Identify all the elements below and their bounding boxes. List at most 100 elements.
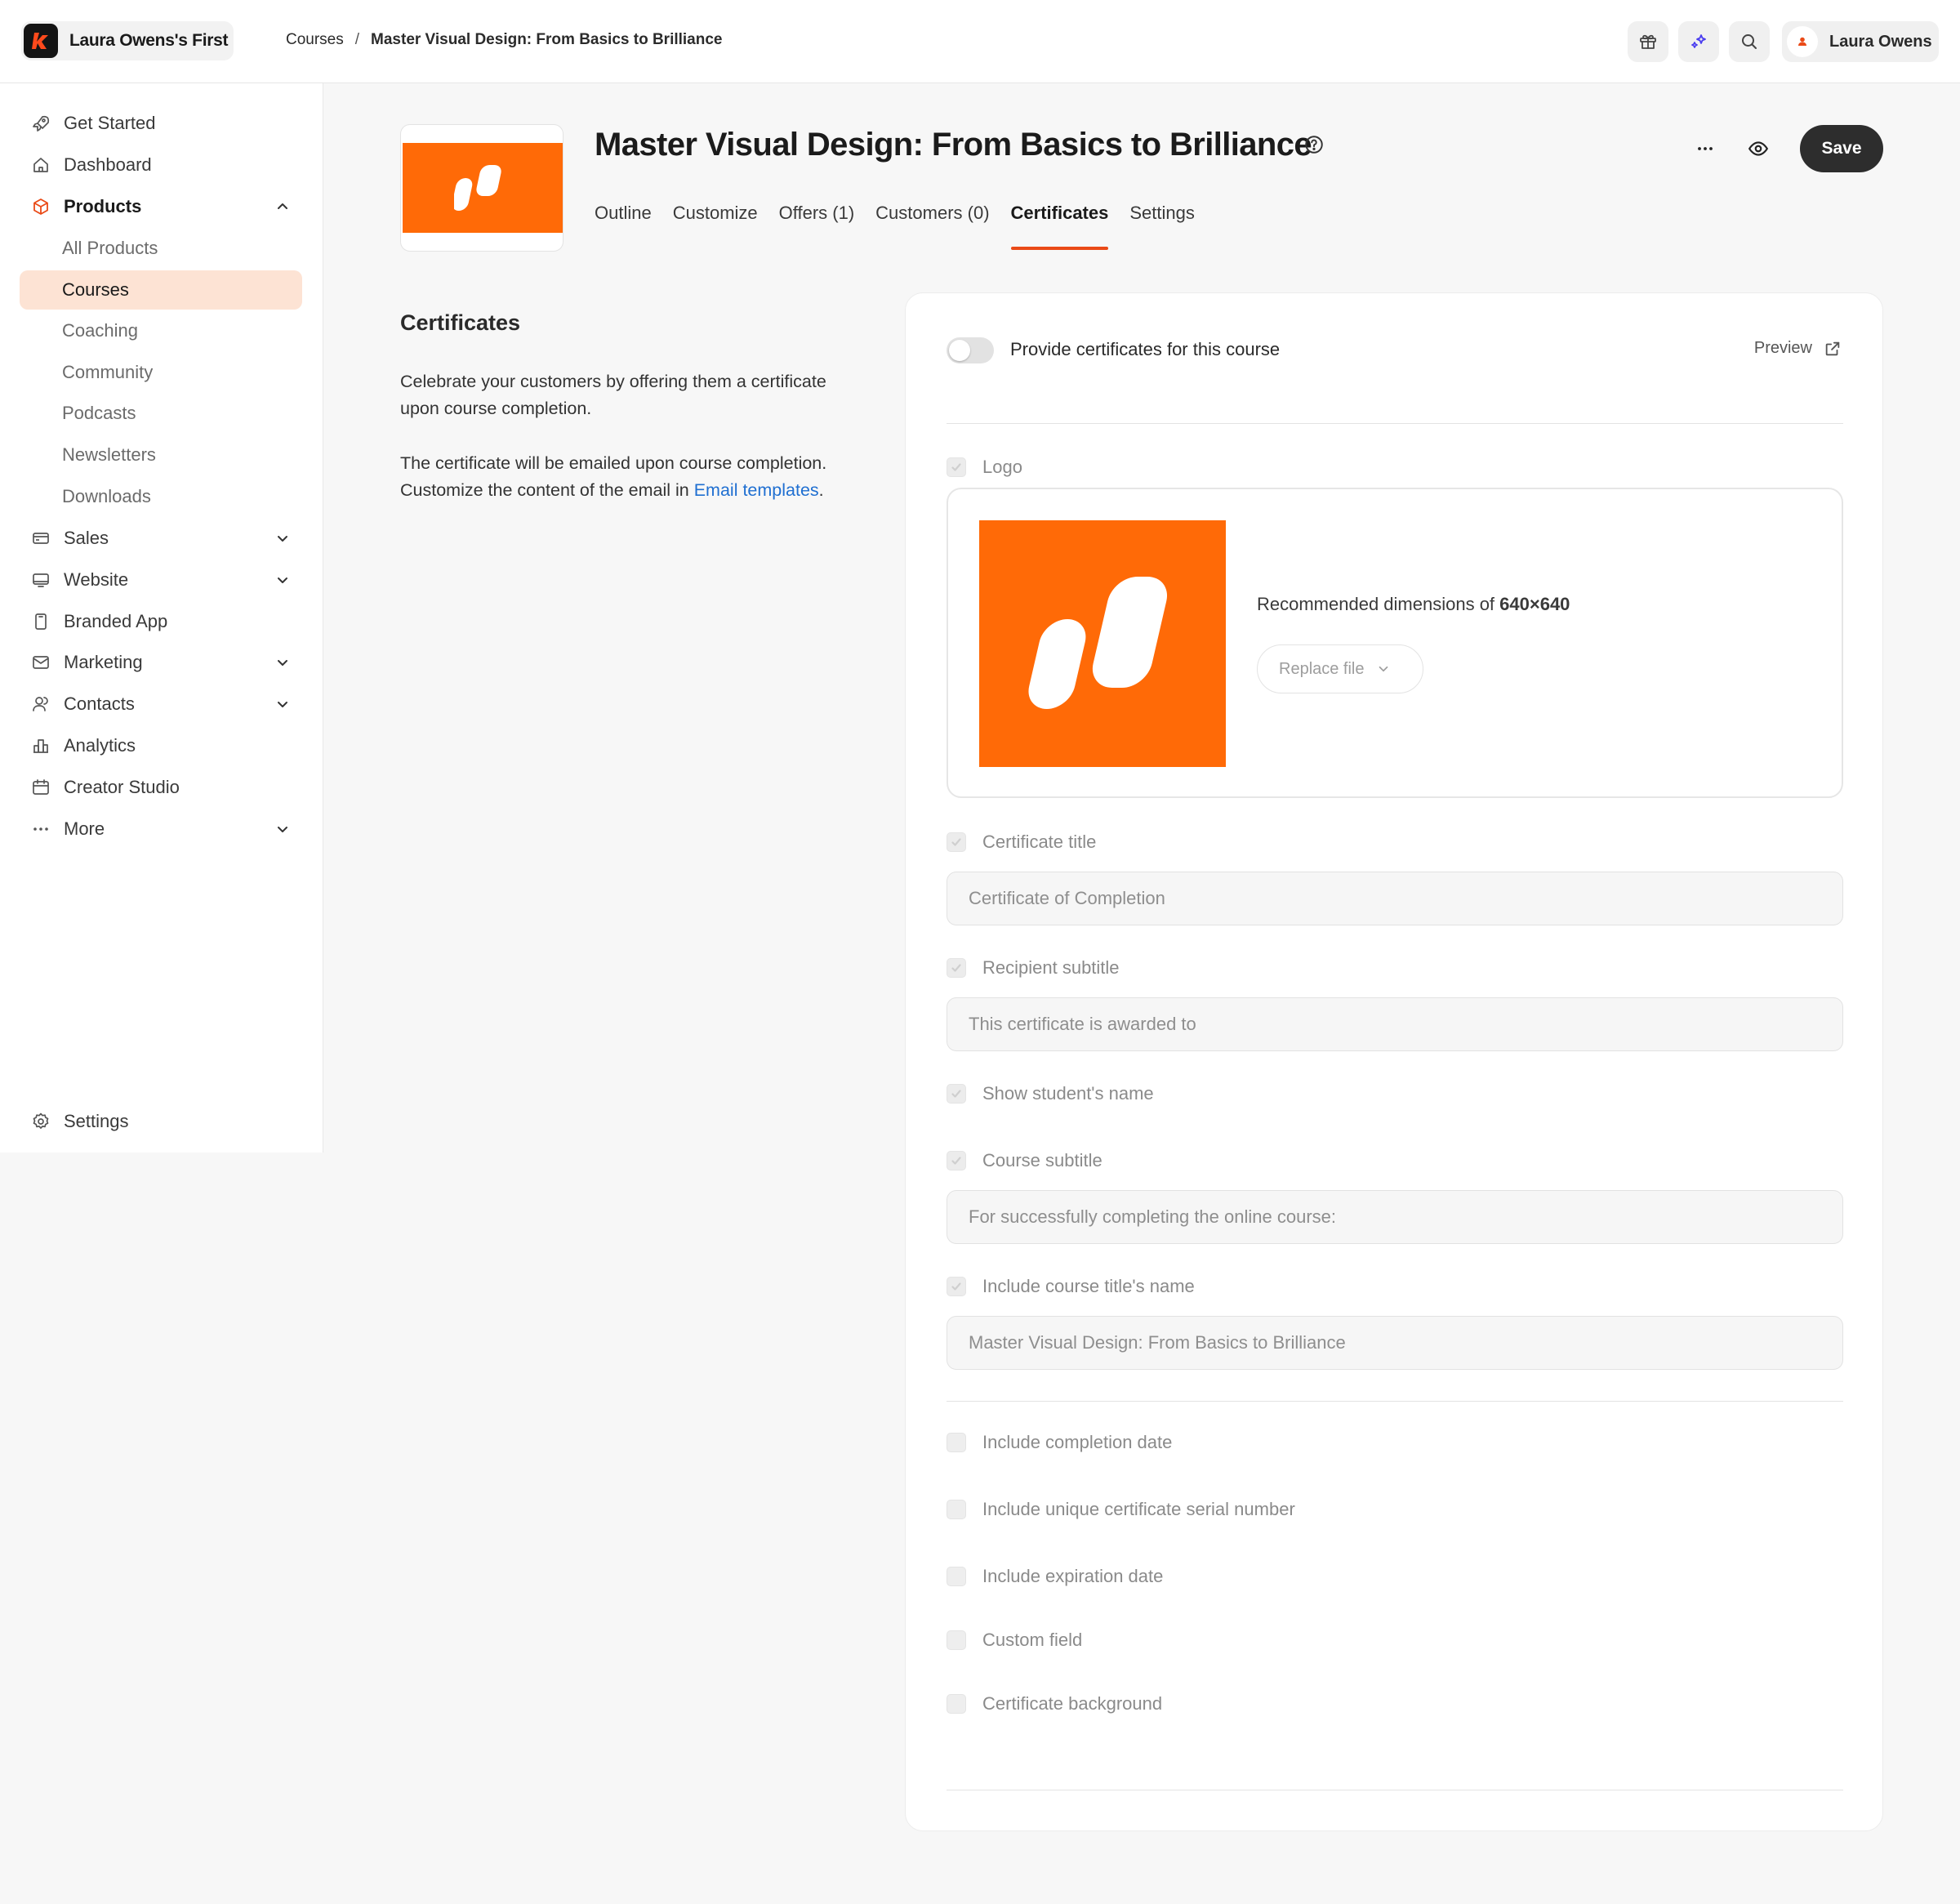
recipient-subtitle-input[interactable]: This certificate is awarded to — [947, 997, 1843, 1051]
sidebar-item-podcasts[interactable]: Podcasts — [20, 394, 302, 433]
help-icon[interactable] — [1303, 134, 1325, 155]
sidebar-item-get-started[interactable]: Get Started — [20, 104, 302, 143]
sidebar-item-all-products[interactable]: All Products — [20, 229, 302, 268]
tab-customize[interactable]: Customize — [673, 203, 758, 252]
include-serial-number-row[interactable]: Include unique certificate serial number — [947, 1499, 1295, 1520]
include-expiration-date-row[interactable]: Include expiration date — [947, 1566, 1163, 1587]
gear-icon — [29, 1110, 52, 1133]
search-button[interactable] — [1729, 21, 1770, 62]
preview-eye-button[interactable] — [1742, 132, 1775, 165]
ai-assistant-button[interactable] — [1678, 21, 1719, 62]
card-icon — [29, 527, 52, 550]
course-subtitle-checkbox-row[interactable]: Course subtitle — [947, 1150, 1102, 1171]
divider — [947, 1401, 1843, 1402]
sidebar-item-label: Sales — [64, 528, 109, 548]
custom-field-row[interactable]: Custom field — [947, 1630, 1082, 1651]
section-title: Certificates — [400, 310, 521, 335]
sidebar-item-label: Downloads — [62, 486, 151, 506]
sidebar-item-label: Creator Studio — [64, 777, 180, 797]
sidebar-item-branded-app[interactable]: Branded App — [20, 602, 302, 641]
search-icon — [1740, 32, 1759, 51]
custom-field-label: Custom field — [982, 1630, 1083, 1650]
more-options-button[interactable] — [1689, 132, 1722, 165]
gift-button[interactable] — [1628, 21, 1668, 62]
calendar-icon — [29, 776, 52, 799]
include-expiration-date-checkbox[interactable] — [947, 1567, 966, 1586]
sidebar-item-coaching[interactable]: Coaching — [20, 311, 302, 350]
preview-link[interactable]: Preview — [1754, 339, 1842, 358]
sidebar-item-website[interactable]: Website — [20, 560, 302, 600]
recommended-dimensions-text: Recommended dimensions of — [1257, 594, 1500, 614]
sidebar-item-contacts[interactable]: Contacts — [20, 684, 302, 724]
certificate-title-checkbox-row[interactable]: Certificate title — [947, 832, 1096, 853]
custom-field-checkbox[interactable] — [947, 1630, 966, 1650]
sidebar-item-downloads[interactable]: Downloads — [20, 477, 302, 516]
certificate-title-input[interactable]: Certificate of Completion — [947, 872, 1843, 925]
include-course-title-checkbox-row[interactable]: Include course title's name — [947, 1276, 1195, 1297]
logo-checkbox-row[interactable]: Logo — [947, 457, 1022, 478]
sidebar-item-label: Products — [64, 196, 142, 216]
logo-checkbox[interactable] — [947, 457, 966, 477]
course-title-input[interactable]: Master Visual Design: From Basics to Bri… — [947, 1316, 1843, 1370]
tab-certificates[interactable]: Certificates — [1010, 203, 1108, 252]
certificate-settings-card: Provide certificates for this course Pre… — [905, 292, 1883, 1831]
tab-settings[interactable]: Settings — [1129, 203, 1195, 252]
sidebar-item-products[interactable]: Products — [20, 187, 302, 226]
course-subtitle-checkbox[interactable] — [947, 1151, 966, 1170]
recipient-subtitle-checkbox[interactable] — [947, 958, 966, 978]
tab-customers[interactable]: Customers (0) — [875, 203, 989, 252]
certificate-background-checkbox[interactable] — [947, 1694, 966, 1714]
sidebar-item-label: Courses — [62, 279, 129, 300]
recipient-subtitle-checkbox-row[interactable]: Recipient subtitle — [947, 957, 1120, 979]
dots-icon — [29, 818, 52, 841]
email-templates-link[interactable]: Email templates — [694, 480, 819, 500]
sidebar-item-newsletters[interactable]: Newsletters — [20, 435, 302, 475]
certificates-email-note: The certificate will be emailed upon cou… — [400, 450, 841, 504]
product-logo-image — [403, 143, 563, 233]
external-link-icon — [1812, 340, 1842, 358]
tab-outline[interactable]: Outline — [595, 203, 652, 252]
include-serial-number-checkbox[interactable] — [947, 1500, 966, 1519]
sidebar-item-marketing[interactable]: Marketing — [20, 643, 302, 682]
brand-switcher[interactable]: Laura Owens's First — [21, 21, 234, 60]
breadcrumb-courses[interactable]: Courses — [286, 31, 344, 49]
breadcrumb: Courses / Master Visual Design: From Bas… — [286, 31, 723, 49]
include-course-title-label: Include course title's name — [982, 1276, 1195, 1296]
certificate-logo-image — [979, 520, 1226, 767]
show-student-name-checkbox-row[interactable]: Show student's name — [947, 1083, 1154, 1104]
sidebar-item-label: Settings — [64, 1111, 129, 1131]
sidebar-item-analytics[interactable]: Analytics — [20, 726, 302, 765]
sidebar-item-creator-studio[interactable]: Creator Studio — [20, 768, 302, 807]
user-icon — [1798, 37, 1806, 46]
sidebar-item-label: Newsletters — [62, 444, 156, 465]
save-button[interactable]: Save — [1800, 125, 1883, 172]
top-bar: Laura Owens's First Courses / Master Vis… — [0, 0, 1960, 83]
user-menu-button[interactable]: Laura Owens — [1782, 21, 1939, 62]
sidebar-item-settings[interactable]: Settings — [20, 1102, 302, 1141]
check-icon — [951, 1157, 961, 1165]
sidebar-item-label: Marketing — [64, 652, 143, 672]
provide-certificates-toggle[interactable] — [947, 337, 994, 363]
rocket-icon — [29, 112, 52, 135]
sidebar-item-courses[interactable]: Courses — [20, 270, 302, 310]
include-completion-date-row[interactable]: Include completion date — [947, 1432, 1172, 1453]
monitor-icon — [29, 569, 52, 591]
sidebar-item-more[interactable]: More — [20, 809, 302, 849]
course-subtitle-input[interactable]: For successfully completing the online c… — [947, 1190, 1843, 1244]
replace-file-button[interactable]: Replace file — [1257, 644, 1423, 693]
certificate-background-row[interactable]: Certificate background — [947, 1693, 1162, 1714]
sidebar-item-community[interactable]: Community — [20, 353, 302, 392]
tab-offers[interactable]: Offers (1) — [779, 203, 855, 252]
certificate-title-checkbox[interactable] — [947, 832, 966, 852]
include-completion-date-checkbox[interactable] — [947, 1433, 966, 1452]
sidebar-item-sales[interactable]: Sales — [20, 519, 302, 558]
include-course-title-checkbox[interactable] — [947, 1277, 966, 1296]
show-student-name-checkbox[interactable] — [947, 1084, 966, 1104]
product-thumbnail[interactable] — [400, 124, 564, 252]
sidebar-item-label: Podcasts — [62, 403, 136, 423]
sidebar-item-dashboard[interactable]: Dashboard — [20, 145, 302, 185]
provide-certificates-label: Provide certificates for this course — [1010, 339, 1281, 359]
breadcrumb-current: Master Visual Design: From Basics to Bri… — [371, 31, 723, 48]
check-icon — [951, 838, 961, 846]
dots-horizontal-icon — [1695, 139, 1715, 158]
